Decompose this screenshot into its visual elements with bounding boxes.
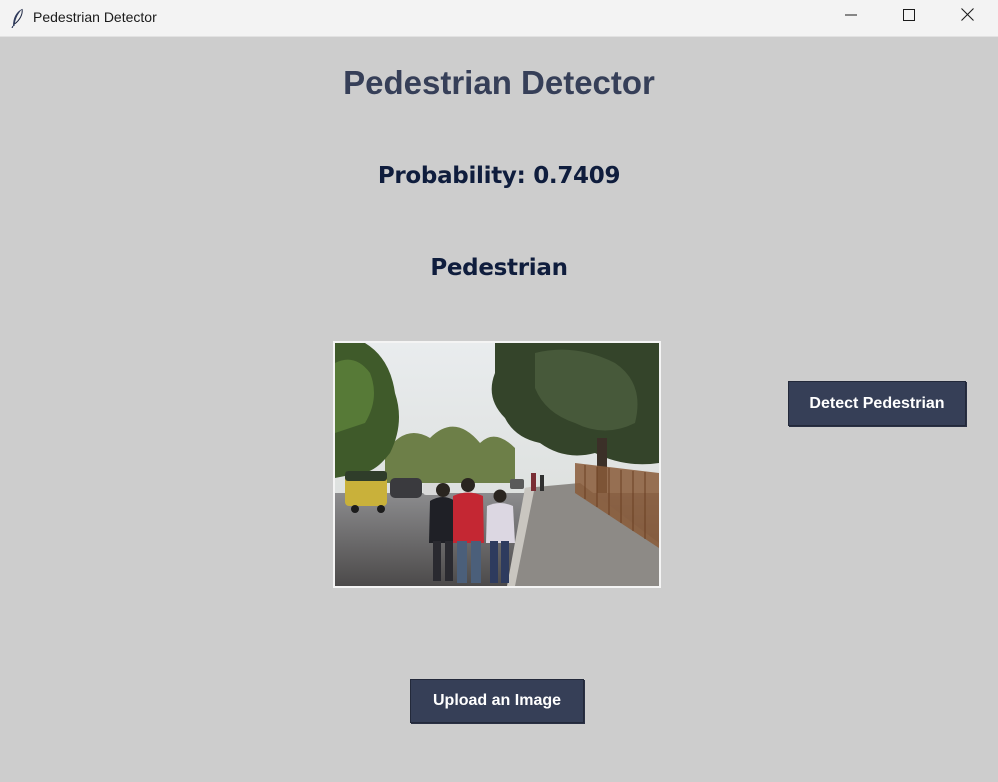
feather-icon [10, 8, 26, 29]
maximize-button[interactable] [880, 0, 938, 34]
upload-image-button[interactable]: Upload an Image [410, 679, 584, 723]
result-label: Pedestrian [430, 255, 568, 281]
street-photo [335, 343, 659, 586]
title-bar[interactable]: Pedestrian Detector [0, 0, 998, 37]
app-window: Pedestrian Detector Pedestrian Detector … [0, 0, 998, 782]
uploaded-image [333, 341, 661, 588]
close-icon [960, 8, 974, 26]
minimize-button[interactable] [822, 0, 880, 34]
detect-pedestrian-button[interactable]: Detect Pedestrian [788, 381, 966, 426]
window-title: Pedestrian Detector [33, 9, 157, 25]
close-button[interactable] [938, 0, 996, 34]
probability-label: Probability: 0.7409 [377, 163, 621, 189]
page-title: Pedestrian Detector [343, 64, 655, 101]
minimize-icon [845, 8, 857, 26]
maximize-icon [903, 8, 915, 26]
